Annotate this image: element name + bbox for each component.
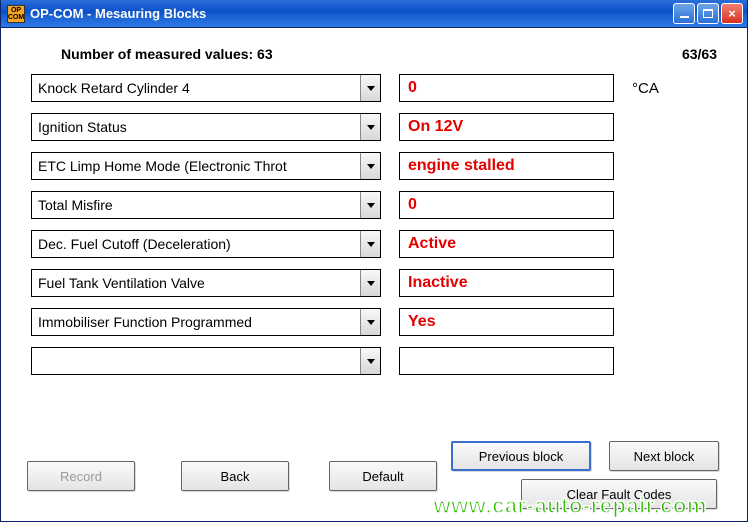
parameter-select[interactable] bbox=[31, 347, 381, 375]
value-display: 0 bbox=[399, 191, 614, 219]
measurement-row: Immobiliser Function Programmed Yes bbox=[31, 308, 717, 336]
parameter-select[interactable]: Ignition Status bbox=[31, 113, 381, 141]
close-button[interactable]: × bbox=[721, 3, 743, 24]
clear-fault-codes-button[interactable]: Clear Fault Codes bbox=[521, 479, 717, 509]
measurement-row: Ignition Status On 12V bbox=[31, 113, 717, 141]
dropdown-button[interactable] bbox=[360, 192, 380, 218]
value-display: Inactive bbox=[399, 269, 614, 297]
parameter-label: Immobiliser Function Programmed bbox=[32, 309, 360, 335]
chevron-down-icon bbox=[367, 125, 375, 130]
parameter-select[interactable]: Dec. Fuel Cutoff (Deceleration) bbox=[31, 230, 381, 258]
close-icon: × bbox=[728, 7, 736, 20]
app-icon: OP COM bbox=[7, 5, 25, 23]
minimize-button[interactable] bbox=[673, 3, 695, 24]
maximize-icon bbox=[703, 9, 713, 18]
value-display: On 12V bbox=[399, 113, 614, 141]
dropdown-button[interactable] bbox=[360, 153, 380, 179]
dropdown-button[interactable] bbox=[360, 270, 380, 296]
parameter-label: Knock Retard Cylinder 4 bbox=[32, 75, 360, 101]
measurement-row: Fuel Tank Ventilation Valve Inactive bbox=[31, 269, 717, 297]
header-row: Number of measured values: 63 63/63 bbox=[21, 46, 727, 62]
minimize-icon bbox=[680, 16, 689, 18]
value-display: Active bbox=[399, 230, 614, 258]
measured-count-label: Number of measured values: 63 bbox=[61, 46, 273, 62]
back-button[interactable]: Back bbox=[181, 461, 289, 491]
chevron-down-icon bbox=[367, 359, 375, 364]
parameter-label: ETC Limp Home Mode (Electronic Throt bbox=[32, 153, 360, 179]
parameter-select[interactable]: Knock Retard Cylinder 4 bbox=[31, 74, 381, 102]
parameter-select[interactable]: ETC Limp Home Mode (Electronic Throt bbox=[31, 152, 381, 180]
measurement-rows: Knock Retard Cylinder 4 0 °CA Ignition S… bbox=[21, 74, 727, 375]
parameter-label: Total Misfire bbox=[32, 192, 360, 218]
chevron-down-icon bbox=[367, 86, 375, 91]
titlebar: OP COM OP-COM - Mesauring Blocks × bbox=[1, 0, 747, 28]
parameter-select[interactable]: Immobiliser Function Programmed bbox=[31, 308, 381, 336]
dropdown-button[interactable] bbox=[360, 309, 380, 335]
previous-block-button[interactable]: Previous block bbox=[451, 441, 591, 471]
next-block-button[interactable]: Next block bbox=[609, 441, 719, 471]
measurement-row: Dec. Fuel Cutoff (Deceleration) Active bbox=[31, 230, 717, 258]
measurement-row bbox=[31, 347, 717, 375]
dropdown-button[interactable] bbox=[360, 348, 380, 374]
parameter-label bbox=[32, 348, 360, 374]
client-area: Number of measured values: 63 63/63 Knoc… bbox=[1, 28, 747, 521]
chevron-down-icon bbox=[367, 164, 375, 169]
maximize-button[interactable] bbox=[697, 3, 719, 24]
app-window: OP COM OP-COM - Mesauring Blocks × Numbe… bbox=[0, 0, 748, 522]
parameter-select[interactable]: Total Misfire bbox=[31, 191, 381, 219]
measurement-row: Total Misfire 0 bbox=[31, 191, 717, 219]
dropdown-button[interactable] bbox=[360, 114, 380, 140]
window-buttons: × bbox=[673, 3, 743, 24]
record-button: Record bbox=[27, 461, 135, 491]
window-title: OP-COM - Mesauring Blocks bbox=[30, 6, 673, 21]
parameter-label: Ignition Status bbox=[32, 114, 360, 140]
parameter-label: Fuel Tank Ventilation Valve bbox=[32, 270, 360, 296]
page-counter: 63/63 bbox=[682, 46, 717, 62]
dropdown-button[interactable] bbox=[360, 75, 380, 101]
button-area: Record Back Default Previous block Next … bbox=[21, 439, 727, 509]
parameter-select[interactable]: Fuel Tank Ventilation Valve bbox=[31, 269, 381, 297]
dropdown-button[interactable] bbox=[360, 231, 380, 257]
chevron-down-icon bbox=[367, 242, 375, 247]
value-display: 0 bbox=[399, 74, 614, 102]
value-display: engine stalled bbox=[399, 152, 614, 180]
measurement-row: Knock Retard Cylinder 4 0 °CA bbox=[31, 74, 717, 102]
unit-label: °CA bbox=[632, 80, 692, 97]
default-button[interactable]: Default bbox=[329, 461, 437, 491]
chevron-down-icon bbox=[367, 203, 375, 208]
measurement-row: ETC Limp Home Mode (Electronic Throt eng… bbox=[31, 152, 717, 180]
value-display bbox=[399, 347, 614, 375]
chevron-down-icon bbox=[367, 281, 375, 286]
chevron-down-icon bbox=[367, 320, 375, 325]
parameter-label: Dec. Fuel Cutoff (Deceleration) bbox=[32, 231, 360, 257]
value-display: Yes bbox=[399, 308, 614, 336]
